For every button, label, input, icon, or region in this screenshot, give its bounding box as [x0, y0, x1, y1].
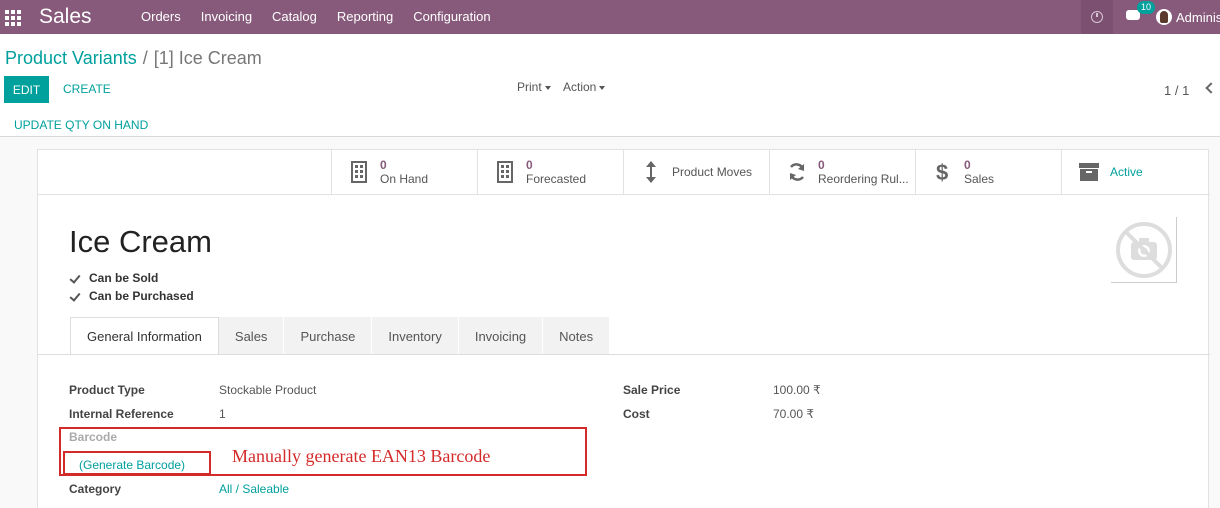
user-name[interactable]: Adminis — [1176, 10, 1220, 25]
menu-invoicing[interactable]: Invoicing — [191, 0, 262, 34]
caret-down-icon — [599, 85, 606, 90]
can-be-sold-label: Can be Sold — [89, 271, 159, 285]
on-hand-button[interactable]: 0 On Hand — [331, 150, 477, 194]
action-label: Action — [563, 80, 597, 94]
tab-invoicing[interactable]: Invoicing — [458, 317, 544, 355]
tab-notes[interactable]: Notes — [543, 317, 611, 355]
product-image-placeholder[interactable] — [1111, 217, 1177, 283]
annotation-text: Manually generate EAN13 Barcode — [232, 446, 491, 466]
menu-catalog[interactable]: Catalog — [262, 0, 327, 34]
breadcrumb: Product Variants / [1] Ice Cream — [5, 48, 262, 69]
svg-text:$: $ — [936, 160, 948, 184]
print-dropdown[interactable]: Print — [517, 80, 551, 94]
breadcrumb-current: [1] Ice Cream — [153, 48, 262, 68]
sales-label: Sales — [964, 172, 995, 186]
product-moves-button[interactable]: Product Moves — [623, 150, 769, 194]
on-hand-value: 0 — [380, 158, 387, 172]
checkbox-checked-icon[interactable] — [69, 290, 83, 302]
vertical-arrows-icon — [636, 161, 666, 183]
product-name[interactable]: Ice Cream — [69, 224, 212, 260]
menu-configuration[interactable]: Configuration — [403, 0, 500, 34]
control-panel: Product Variants / [1] Ice Cream EDIT CREA… — [0, 34, 1220, 137]
clock-icon — [1091, 11, 1103, 23]
navbar-right: 10 Adminis — [1081, 0, 1220, 34]
internal-reference-label: Internal Reference — [69, 407, 174, 421]
menu-reporting[interactable]: Reporting — [327, 0, 403, 34]
notification-badge: 10 — [1137, 1, 1156, 14]
tab-general-information[interactable]: General Information — [70, 317, 219, 355]
on-hand-label: On Hand — [380, 172, 429, 186]
chevron-left-icon[interactable] — [1205, 82, 1214, 94]
sale-price-value[interactable]: 100.00 ₹ — [773, 383, 821, 397]
archive-icon — [1074, 161, 1104, 183]
messaging-button[interactable]: 10 — [1117, 0, 1156, 34]
reordering-label: Reordering Rul... — [818, 172, 909, 186]
tab-inventory[interactable]: Inventory — [372, 317, 459, 355]
update-qty-button[interactable]: UPDATE QTY ON HAND — [14, 118, 148, 132]
product-moves-label: Product Moves — [672, 165, 753, 179]
cost-value[interactable]: 70.00 ₹ — [773, 407, 814, 421]
tab-purchase[interactable]: Purchase — [284, 317, 373, 355]
breadcrumb-separator: / — [142, 48, 148, 68]
generate-barcode-button[interactable]: (Generate Barcode) — [79, 458, 185, 472]
print-label: Print — [517, 80, 542, 94]
forecasted-button[interactable]: 0 Forecasted — [477, 150, 623, 194]
divider — [38, 194, 1210, 195]
smart-button-box: 0 On Hand 0 Forecasted Product Moves 0 R… — [331, 150, 1209, 194]
notebook-tabs: General Information Sales Purchase Inven… — [70, 317, 611, 355]
app-title: Sales — [39, 5, 92, 28]
tab-sales[interactable]: Sales — [218, 317, 285, 355]
building-icon — [344, 161, 374, 183]
top-navbar: Sales Orders Invoicing Catalog Reporting… — [0, 0, 1220, 34]
pager-value[interactable]: 1 / 1 — [1164, 83, 1189, 98]
caret-down-icon — [544, 85, 551, 90]
edit-button[interactable]: EDIT — [4, 76, 49, 103]
tabs-divider — [38, 354, 1210, 355]
category-label: Category — [69, 482, 122, 496]
category-value[interactable]: All / Saleable — [219, 482, 289, 496]
reordering-rules-button[interactable]: 0 Reordering Rul... — [769, 150, 915, 194]
sales-value: 0 — [964, 158, 971, 172]
product-type-label: Product Type — [69, 383, 145, 397]
activity-button[interactable] — [1081, 0, 1113, 34]
no-camera-icon — [1115, 221, 1172, 278]
product-type-value[interactable]: Stockable Product — [219, 383, 316, 397]
menu-orders[interactable]: Orders — [131, 0, 191, 34]
user-avatar[interactable] — [1156, 9, 1172, 25]
refresh-icon — [782, 161, 812, 183]
forecasted-value: 0 — [526, 158, 533, 172]
reordering-value: 0 — [818, 158, 825, 172]
checkbox-checked-icon[interactable] — [69, 272, 83, 284]
building-icon — [490, 161, 520, 183]
forecasted-label: Forecasted — [526, 172, 587, 186]
action-dropdown[interactable]: Action — [563, 80, 606, 94]
sale-price-label: Sale Price — [623, 383, 681, 397]
create-button[interactable]: CREATE — [63, 82, 111, 96]
internal-reference-value[interactable]: 1 — [219, 407, 226, 421]
sales-button[interactable]: $ 0 Sales — [915, 150, 1061, 194]
main-menu: Orders Invoicing Catalog Reporting Confi… — [131, 0, 501, 34]
cost-label: Cost — [623, 407, 650, 421]
dollar-icon: $ — [928, 160, 958, 184]
can-be-sold-row: Can be Sold — [69, 271, 158, 285]
can-be-purchased-label: Can be Purchased — [89, 289, 194, 303]
breadcrumb-parent[interactable]: Product Variants — [5, 48, 137, 68]
apps-grid-icon[interactable] — [5, 10, 23, 26]
active-toggle-button[interactable]: Active — [1061, 150, 1208, 194]
active-label: Active — [1110, 165, 1143, 179]
can-be-purchased-row: Can be Purchased — [69, 289, 194, 303]
